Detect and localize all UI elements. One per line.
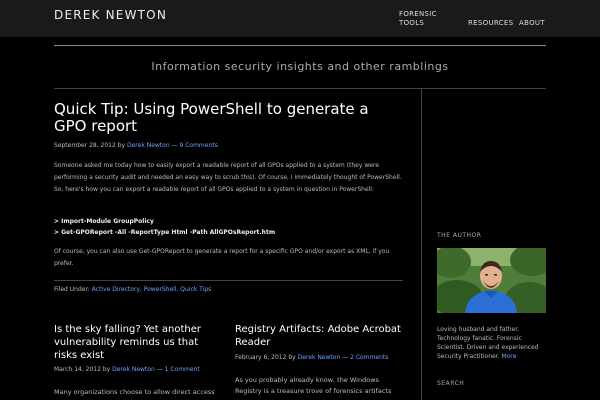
sub-post-author-link-1[interactable]: Derek Newton — [112, 366, 155, 373]
site-title[interactable]: DEREK NEWTON — [54, 8, 167, 22]
site-tagline: Information security insights and other … — [151, 60, 449, 73]
author-bio: Loving husband and father. Technology fa… — [437, 325, 549, 361]
post-comments-link[interactable]: 9 Comments — [179, 142, 217, 149]
sub-post-comments-link-2[interactable]: 2 Comments — [350, 354, 388, 361]
sub-post-meta-2: February 6, 2012 by Derek Newton — 2 Com… — [235, 354, 388, 361]
post-command-2: > Get-GPOReport -All -ReportType Html -P… — [54, 229, 276, 236]
sub-post-excerpt-1: Many organizations choose to allow direc… — [54, 388, 215, 396]
sub-post-date-2: February 6, 2012 — [235, 354, 287, 361]
sub-post-dash-1: — — [156, 366, 163, 373]
post-meta: September 28, 2012 by Derek Newton — 9 C… — [54, 142, 218, 149]
post-paragraph-1: Someone asked me today how to easily exp… — [54, 162, 402, 193]
sub-post-title-2[interactable]: Registry Artifacts: Adobe Acrobat Reader — [235, 323, 405, 349]
post-paragraph-2: Of course, you can also use Get-GPORepor… — [54, 248, 390, 267]
author-bio-text: Loving husband and father. Technology fa… — [437, 326, 539, 360]
divider-header — [54, 88, 546, 89]
nav-about[interactable]: ABOUT — [519, 19, 545, 28]
sub-post-meta-1: March 14, 2012 by Derek Newton — 1 Comme… — [54, 366, 200, 373]
filed-under-label: Filed Under: — [54, 286, 90, 293]
nav-forensic-tools[interactable]: FORENSIC TOOLS — [399, 10, 444, 28]
nav-resources[interactable]: RESOURCES — [468, 19, 513, 28]
divider-top — [54, 45, 546, 46]
post-command-1: > Import-Module GroupPolicy — [54, 218, 154, 225]
sub-post-title-1[interactable]: Is the sky falling? Yet another vulnerab… — [54, 323, 224, 362]
sub-post-comments-link-1[interactable]: 1 Comment — [165, 366, 200, 373]
post-filed-under: Filed Under: Active Directory, PowerShel… — [54, 286, 211, 293]
sidebar-search-heading: SEARCH — [437, 380, 465, 387]
top-bar: DEREK NEWTON FORENSIC TOOLS RESOURCES AB… — [0, 0, 600, 37]
post-title[interactable]: Quick Tip: Using PowerShell to generate … — [54, 101, 404, 135]
post-by: by — [117, 142, 126, 149]
sub-post-excerpt-2: As you probably already know, the Window… — [235, 376, 392, 395]
post-author-link[interactable]: Derek Newton — [127, 142, 170, 149]
sub-post-date-1: March 14, 2012 — [54, 366, 101, 373]
sub-post-dash-2: — — [342, 354, 349, 361]
post-dash: — — [171, 142, 178, 149]
post-categories-links[interactable]: Active Directory, PowerShell, Quick Tips — [92, 286, 211, 293]
post-divider — [54, 280, 403, 281]
sub-post-by-2: by — [288, 354, 296, 361]
author-more-link[interactable]: More — [501, 353, 516, 360]
sidebar-divider — [421, 89, 422, 400]
sub-post-by-1: by — [102, 366, 111, 373]
post-date: September 28, 2012 — [54, 142, 116, 149]
author-photo — [437, 248, 546, 313]
sidebar-author-heading: THE AUTHOR — [437, 232, 482, 239]
sub-post-author-link-2[interactable]: Derek Newton — [298, 354, 341, 361]
